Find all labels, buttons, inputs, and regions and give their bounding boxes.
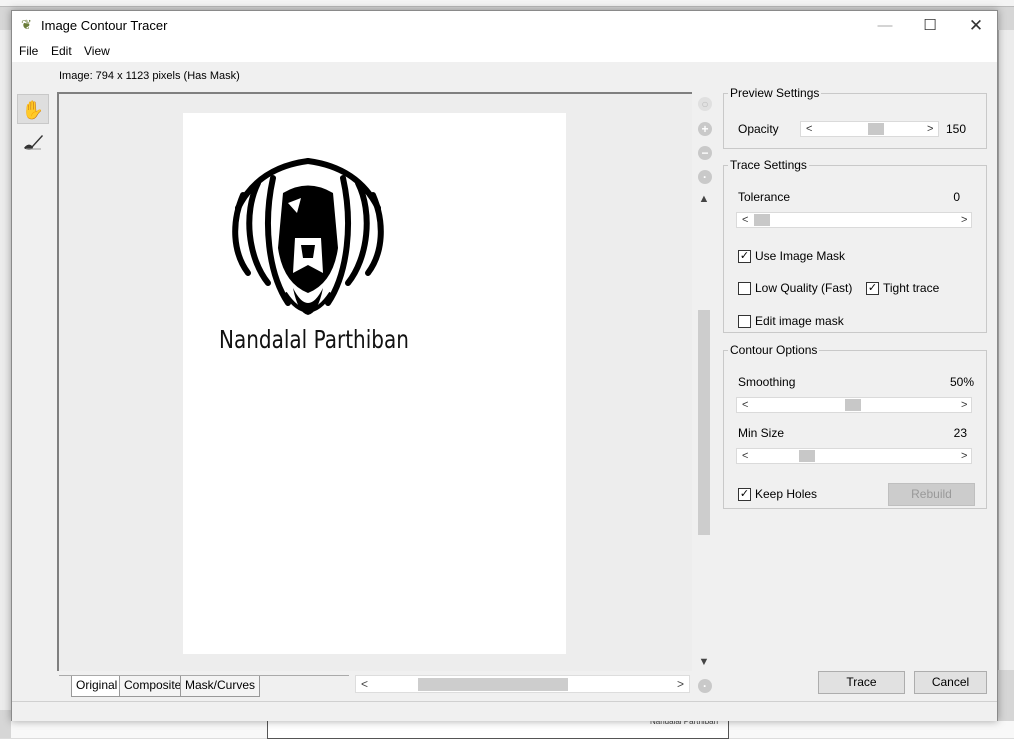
zoom-search-icon: ○: [698, 97, 712, 111]
min-size-value: 23: [953, 426, 967, 440]
slider-right-icon[interactable]: >: [961, 398, 967, 412]
menu-bar: File Edit View: [12, 40, 997, 62]
zoom-out-icon[interactable]: −: [698, 146, 712, 160]
keep-holes-label: Keep Holes: [755, 487, 818, 501]
vertical-scrollbar[interactable]: ▲ ▼: [696, 190, 712, 672]
use-image-mask-label: Use Image Mask: [755, 249, 846, 263]
view-tabs: Original Composite Mask/Curves: [59, 675, 349, 698]
maximize-button[interactable]: ☐: [907, 11, 953, 40]
image-page: Nandalal Parthiban: [183, 113, 566, 654]
opacity-slider-thumb[interactable]: [868, 123, 884, 135]
tolerance-label: Tolerance: [738, 190, 791, 204]
status-bar: [12, 701, 997, 721]
scroll-right-icon[interactable]: >: [677, 676, 684, 692]
preview-settings-group: Preview Settings Opacity < > 150: [723, 86, 987, 149]
edit-image-mask-label: Edit image mask: [755, 314, 844, 328]
tolerance-value: 0: [953, 190, 960, 204]
tolerance-slider[interactable]: < >: [736, 212, 972, 228]
tab-composite[interactable]: Composite: [119, 676, 187, 697]
trace-settings-group: Trace Settings Tolerance 0 < > ✓ Use Ima…: [723, 158, 987, 333]
app-logo-icon: ❦: [21, 17, 32, 32]
smoothing-slider[interactable]: < >: [736, 397, 972, 413]
tight-trace-checkbox[interactable]: ✓: [866, 282, 879, 295]
image-caption-text: Nandalal Parthiban: [219, 325, 409, 354]
minimize-button[interactable]: —: [862, 11, 908, 40]
slider-left-icon[interactable]: <: [742, 449, 748, 463]
menu-view[interactable]: View: [84, 44, 110, 58]
opacity-slider[interactable]: < >: [800, 121, 939, 137]
low-quality-checkbox[interactable]: [738, 282, 751, 295]
trace-settings-legend: Trace Settings: [730, 158, 807, 172]
brush-tool[interactable]: [17, 127, 49, 157]
image-canvas[interactable]: Nandalal Parthiban: [57, 92, 692, 671]
opacity-label: Opacity: [738, 122, 779, 136]
tight-trace-label: Tight trace: [883, 281, 940, 295]
keep-holes-checkbox[interactable]: ✓: [738, 488, 751, 501]
background-ruler: [0, 0, 1014, 7]
cancel-button[interactable]: Cancel: [914, 671, 987, 694]
scroll-left-icon[interactable]: <: [361, 676, 368, 692]
slider-right-icon[interactable]: >: [961, 213, 967, 227]
slider-left-icon[interactable]: <: [806, 122, 812, 136]
slider-right-icon[interactable]: >: [927, 122, 933, 136]
hand-icon: ✋: [21, 100, 45, 120]
scroll-up-icon[interactable]: ▲: [696, 193, 712, 205]
navigator-icon[interactable]: ·: [698, 679, 712, 693]
slider-right-icon[interactable]: >: [961, 449, 967, 463]
pan-hand-tool[interactable]: ✋: [17, 94, 49, 124]
slider-left-icon[interactable]: <: [742, 213, 748, 227]
brush-icon: [24, 135, 43, 150]
slider-left-icon[interactable]: <: [742, 398, 748, 412]
smoothing-slider-thumb[interactable]: [845, 399, 861, 411]
smoothing-value: 50%: [949, 375, 974, 389]
tab-mask-curves[interactable]: Mask/Curves: [180, 676, 261, 697]
smoothing-label: Smoothing: [738, 375, 796, 389]
lion-logo-image: [232, 158, 384, 315]
scroll-down-icon[interactable]: ▼: [696, 656, 712, 668]
vertical-scroll-thumb[interactable]: [698, 310, 710, 535]
close-button[interactable]: ✕: [953, 11, 999, 40]
horizontal-scroll-thumb[interactable]: [418, 678, 568, 691]
menu-edit[interactable]: Edit: [51, 44, 72, 58]
rebuild-button[interactable]: Rebuild: [888, 483, 975, 506]
menu-file[interactable]: File: [19, 44, 38, 58]
contour-options-legend: Contour Options: [730, 343, 818, 357]
trace-button[interactable]: Trace: [818, 671, 905, 694]
opacity-value: 150: [945, 122, 966, 136]
contour-options-group: Contour Options Smoothing 50% < > Min Si…: [723, 343, 987, 509]
edit-image-mask-checkbox[interactable]: [738, 315, 751, 328]
image-contour-tracer-dialog: ❦ Image Contour Tracer — ☐ ✕ File Edit V…: [11, 10, 998, 721]
tolerance-slider-thumb[interactable]: [754, 214, 770, 226]
tab-original[interactable]: Original: [71, 676, 123, 697]
low-quality-label: Low Quality (Fast): [755, 281, 853, 295]
title-bar: ❦ Image Contour Tracer — ☐ ✕: [12, 11, 997, 40]
window-title: Image Contour Tracer: [41, 18, 168, 33]
zoom-fit-icon[interactable]: ·: [698, 170, 712, 184]
min-size-slider-thumb[interactable]: [799, 450, 815, 462]
preview-settings-legend: Preview Settings: [730, 86, 820, 100]
background-right-panel: [998, 30, 1014, 670]
image-info-label: Image: 794 x 1123 pixels (Has Mask): [59, 70, 240, 82]
horizontal-scrollbar[interactable]: < >: [355, 675, 690, 693]
min-size-slider[interactable]: < >: [736, 448, 972, 464]
zoom-in-icon[interactable]: +: [698, 122, 712, 136]
min-size-label: Min Size: [738, 426, 785, 440]
use-image-mask-checkbox[interactable]: ✓: [738, 250, 751, 263]
